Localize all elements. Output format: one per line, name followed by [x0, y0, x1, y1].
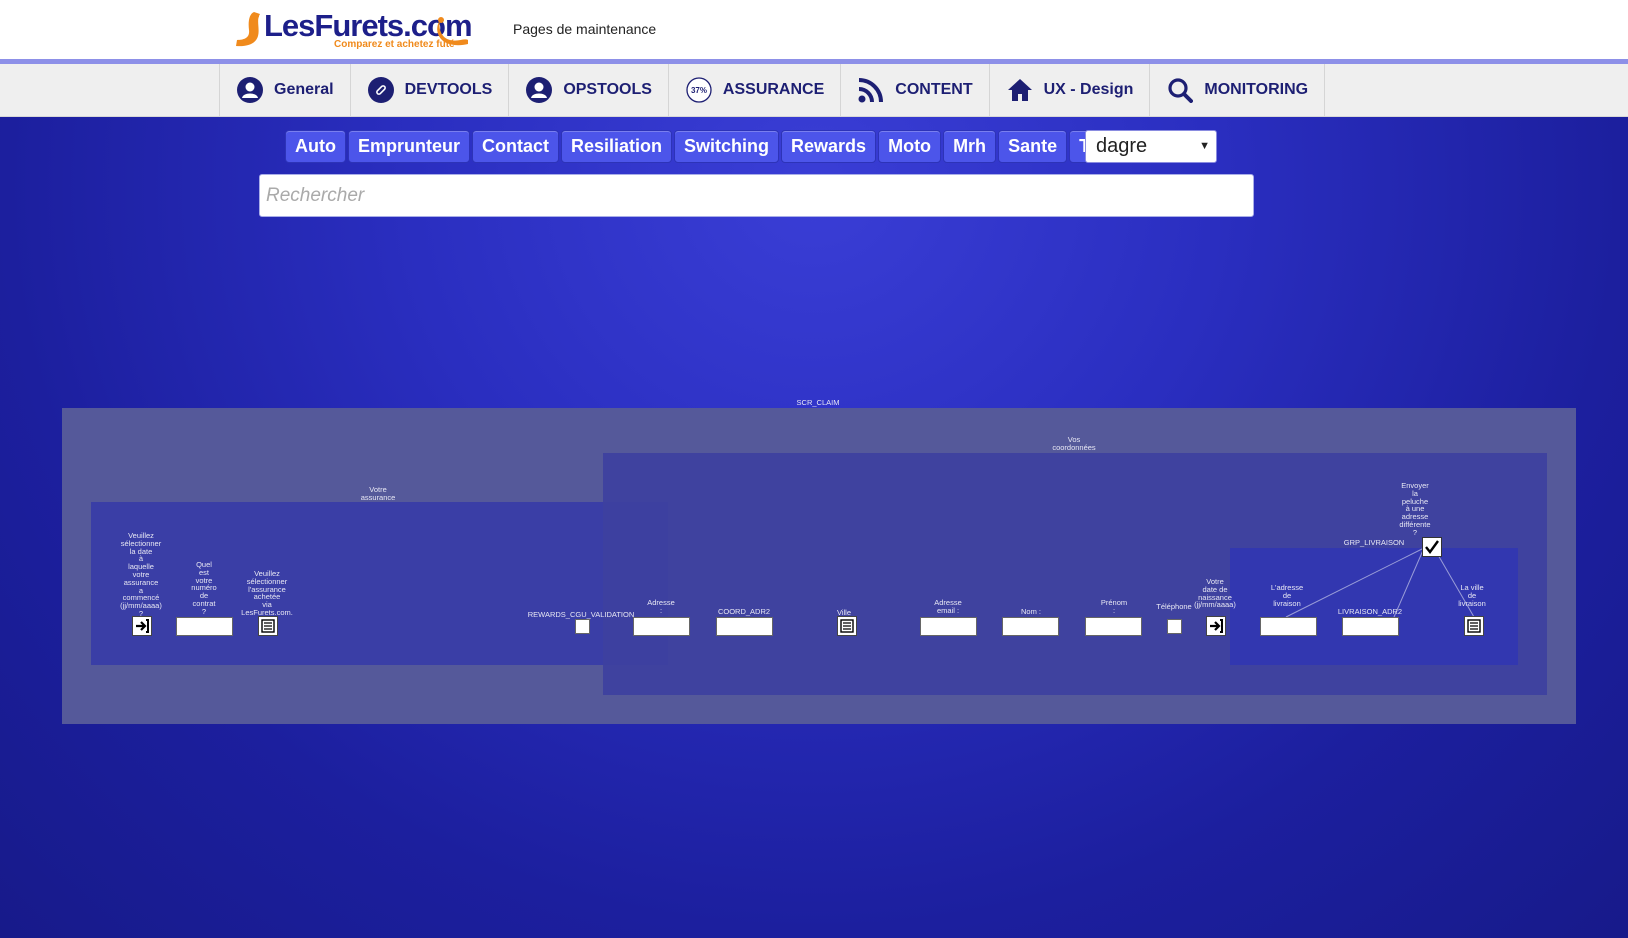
- list-icon: [261, 619, 275, 633]
- email-label: Adresse email :: [934, 598, 962, 615]
- numero-contrat-label: Quel est votre numéro de contrat ?: [191, 560, 217, 616]
- livraison-adr2-label: LIVRAISON_ADR2: [1337, 607, 1403, 616]
- adresse-livraison-input[interactable]: [1260, 617, 1317, 636]
- ville-livraison-label: La ville de livraison: [1458, 583, 1486, 608]
- coord-adr2-label: COORD_ADR2: [717, 607, 771, 616]
- enter-arrow-icon: [136, 619, 149, 633]
- rewards-cgu-label: REWARDS_CGU_VALIDATION: [527, 610, 635, 619]
- enter-arrow-icon: [1210, 619, 1223, 633]
- adresse-livraison-label: L'adresse de livraison: [1270, 583, 1304, 608]
- graph-edges: [1285, 547, 1475, 618]
- livraison-adr2-input[interactable]: [1342, 617, 1399, 636]
- numero-contrat-input[interactable]: [176, 617, 233, 636]
- prenom-label: Prénom :: [1100, 598, 1128, 615]
- date-assurance-label: Veuillez sélectionner la date à laquelle…: [120, 531, 162, 618]
- peluche-checkbox[interactable]: [1422, 537, 1442, 557]
- nom-input[interactable]: [1002, 617, 1059, 636]
- email-input[interactable]: [920, 617, 977, 636]
- prenom-input[interactable]: [1085, 617, 1142, 636]
- list-icon: [840, 619, 854, 633]
- adresse-label: Adresse :: [647, 598, 675, 615]
- naissance-label: Votre date de naissance (jj/mm/aaaa): [1194, 577, 1236, 610]
- nom-label: Nom :: [1020, 607, 1041, 616]
- assurance-achetee-label: Veuillez sélectionner l'assurance acheté…: [241, 569, 293, 617]
- telephone-checkbox[interactable]: [1167, 619, 1182, 634]
- date-assurance-field[interactable]: [132, 616, 152, 636]
- checkmark-icon: [1425, 540, 1439, 554]
- ville-livraison-select[interactable]: [1464, 616, 1484, 636]
- list-icon: [1467, 619, 1481, 633]
- naissance-field[interactable]: [1206, 616, 1226, 636]
- rewards-cgu-checkbox[interactable]: [575, 619, 590, 634]
- assurance-achetee-select[interactable]: [258, 616, 278, 636]
- ville-select[interactable]: [837, 616, 857, 636]
- adresse-input[interactable]: [633, 617, 690, 636]
- peluche-label: Envoyer la peluche à une adresse différe…: [1399, 481, 1431, 537]
- coord-adr2-input[interactable]: [716, 617, 773, 636]
